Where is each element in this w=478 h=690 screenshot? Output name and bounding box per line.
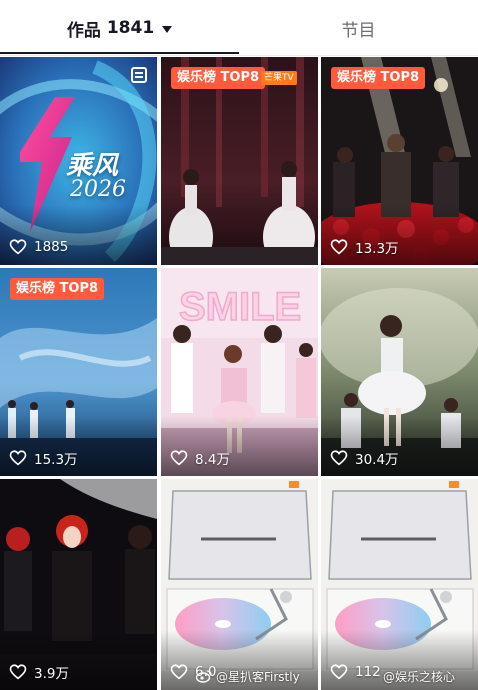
video-thumbnail[interactable]: 乘风 2026 1885 — [0, 57, 157, 265]
heart-outline-icon — [170, 664, 188, 680]
note-icon — [131, 67, 147, 83]
like-count-value: 13.3万 — [355, 241, 399, 257]
heart-outline-icon — [9, 664, 27, 680]
like-count: 8.4万 — [170, 448, 230, 468]
video-grid: 乘风 2026 1885 娱乐榜 TOP8 芒果TV 娱乐榜 TOP8 13.3… — [0, 57, 478, 690]
heart-outline-icon — [330, 239, 348, 255]
video-thumbnail[interactable]: 6.0 — [161, 479, 318, 690]
like-count: 15.3万 — [9, 448, 78, 468]
like-count: 112 — [330, 662, 381, 682]
video-thumbnail[interactable]: 娱乐榜 TOP8 13.3万 — [321, 57, 478, 265]
video-thumbnail[interactable]: 娱乐榜 TOP8 15.3万 — [0, 268, 157, 476]
tv-logo-text: 芒果TV — [264, 73, 294, 83]
tab-works-count: 1841 — [106, 18, 155, 38]
weibo-logo-icon — [196, 670, 212, 683]
heart-outline-icon — [9, 239, 27, 255]
like-count: 1885 — [9, 237, 68, 257]
ranking-badge: 娱乐榜 TOP8 — [331, 67, 426, 89]
like-count-value: 3.9万 — [34, 666, 69, 682]
tab-shows-label: 节目 — [341, 20, 376, 41]
tab-divider — [0, 55, 478, 56]
like-count: 30.4万 — [330, 448, 399, 468]
like-count-value: 15.3万 — [34, 452, 78, 468]
watermark: @娱乐之核心 — [383, 666, 455, 686]
heart-outline-icon — [330, 450, 348, 466]
tab-shows[interactable]: 节目 — [239, 0, 478, 56]
like-count-value: 1885 — [34, 239, 69, 255]
watermark: @星扒客Firstly — [196, 666, 300, 686]
caret-down-icon[interactable] — [162, 25, 173, 33]
like-count-value: 112 — [355, 664, 381, 680]
like-count-value: 8.4万 — [195, 452, 230, 468]
video-thumbnail[interactable]: 112 — [321, 479, 478, 690]
watermark-text: @娱乐之核心 — [383, 669, 456, 684]
show-year: 2026 — [70, 177, 126, 202]
video-thumbnail[interactable]: 娱乐榜 TOP8 芒果TV — [161, 57, 318, 265]
watermark-text: @星扒客Firstly — [216, 669, 300, 684]
heart-outline-icon — [170, 450, 188, 466]
like-count: 3.9万 — [9, 662, 69, 682]
tab-bar: 作品 1841 节目 — [0, 0, 478, 56]
stage-backdrop-text: SMILE — [179, 285, 301, 329]
video-thumbnail[interactable]: 30.4万 — [321, 268, 478, 476]
ranking-badge: 娱乐榜 TOP8 — [10, 278, 105, 300]
video-thumbnail[interactable]: SMILE 8.4万 — [161, 268, 318, 476]
like-count: 13.3万 — [330, 237, 399, 257]
heart-outline-icon — [9, 450, 27, 466]
like-count-value: 30.4万 — [355, 452, 399, 468]
video-thumbnail[interactable]: 3.9万 — [0, 479, 157, 690]
tab-active-indicator — [0, 52, 239, 54]
tv-logo: 芒果TV — [261, 71, 297, 85]
heart-outline-icon — [330, 664, 348, 680]
ranking-badge: 娱乐榜 TOP8 — [171, 67, 266, 89]
tab-works-label: 作品 — [66, 20, 101, 41]
tab-works[interactable]: 作品 1841 — [0, 0, 239, 56]
